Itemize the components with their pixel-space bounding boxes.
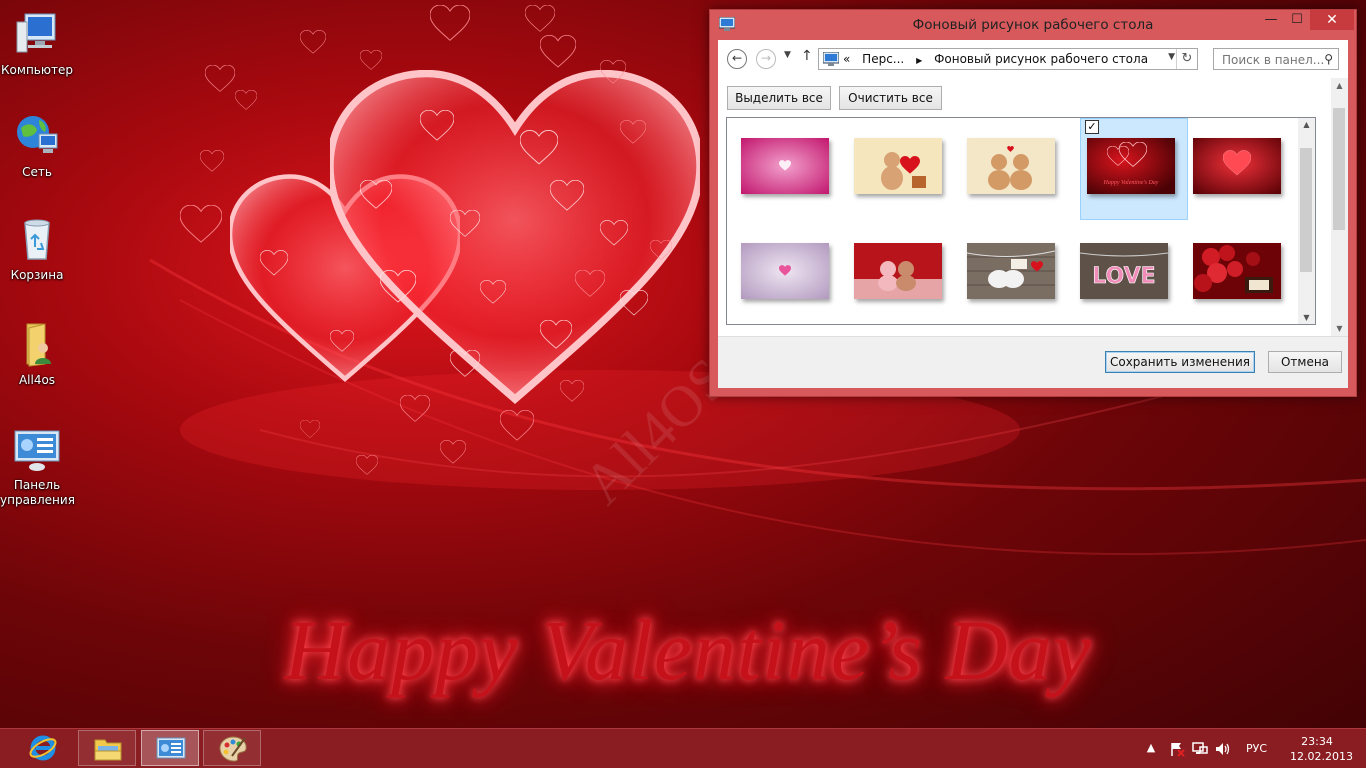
cancel-button[interactable]: Отмена <box>1268 351 1342 373</box>
wallpaper-thumbnail[interactable] <box>840 118 948 220</box>
wallpaper-thumbnail[interactable]: LOVE <box>1066 223 1174 324</box>
desktop-icon-label: Корзина <box>10 268 64 282</box>
breadcrumb-separator-icon: ▶ <box>916 56 923 65</box>
user-folder-icon <box>26 323 51 367</box>
clock-time: 23:34 <box>1301 735 1333 748</box>
wallpaper-thumbnail[interactable] <box>727 223 835 324</box>
desktop-icon-network[interactable]: Сеть <box>0 112 74 180</box>
minimize-button[interactable]: — <box>1258 10 1284 30</box>
control-panel-icon <box>14 430 60 471</box>
thumbnail-image <box>741 138 829 194</box>
thumbnail-image <box>741 243 829 299</box>
wallpaper-thumbnail[interactable] <box>1179 223 1287 324</box>
network-icon <box>17 116 58 153</box>
window-client-area: ← → ▼ ↑ « Перс... ▶ Фоновый рисунок рабо… <box>718 40 1348 388</box>
wallpaper-thumbnail[interactable] <box>840 223 948 324</box>
scroll-down-icon[interactable]: ▼ <box>1298 313 1315 322</box>
control-panel-small-icon <box>823 52 839 66</box>
taskbar-control-panel[interactable] <box>141 730 199 766</box>
thumbnail-image <box>967 243 1055 299</box>
scroll-up-icon[interactable]: ▲ <box>1298 120 1315 129</box>
desktop-icon-computer[interactable]: Компьютер <box>0 10 74 78</box>
arrow-left-icon: ← <box>731 51 743 65</box>
address-bar[interactable]: « Перс... ▶ Фоновый рисунок рабочего сто… <box>818 48 1198 70</box>
thumbnail-image <box>854 243 942 299</box>
desktop-icon-label: Сеть <box>22 165 52 179</box>
search-input[interactable] <box>1214 49 1328 71</box>
refresh-button[interactable]: ↻ <box>1176 49 1197 69</box>
breadcrumb: « Перс... ▶ Фоновый рисунок рабочего сто… <box>843 52 1156 66</box>
scrollbar-thumb[interactable] <box>1300 148 1312 272</box>
thumbnail-caption: LOVE <box>1092 264 1155 289</box>
taskbar-paint[interactable] <box>203 730 261 766</box>
input-language-indicator[interactable]: РУС <box>1246 742 1267 755</box>
taskbar: ▲ РУС 23:34 12.02.2013 <box>0 728 1366 768</box>
address-dropdown-icon[interactable]: ▼ <box>1168 52 1175 62</box>
thumbnail-image <box>967 138 1055 194</box>
thumbnail-image: Happy Valentine's Day <box>1087 138 1175 194</box>
control-panel-icon <box>156 737 186 759</box>
back-button[interactable]: ← <box>727 49 747 69</box>
thumbnail-caption: Happy Valentine's Day <box>1103 180 1159 186</box>
page-scrollbar[interactable]: ▲ ▼ <box>1331 78 1348 336</box>
save-changes-button[interactable]: Сохранить изменения <box>1105 351 1255 373</box>
desktop-icon-recycle-bin[interactable]: Корзина <box>0 215 74 283</box>
desktop-icon-label: Панель управления <box>0 478 75 507</box>
selected-checkbox[interactable]: ✓ <box>1085 120 1099 134</box>
volume-icon[interactable] <box>1215 741 1231 757</box>
breadcrumb-item-personalization[interactable]: Перс... <box>862 52 904 66</box>
show-hidden-icons-icon[interactable]: ▲ <box>1143 741 1159 757</box>
title-bar[interactable]: Фоновый рисунок рабочего стола — ☐ ✕ <box>710 10 1356 40</box>
search-icon[interactable]: ⚲ <box>1324 52 1333 66</box>
taskbar-internet-explorer[interactable] <box>14 730 72 766</box>
wallpaper-greeting: Happy Valentine’s Day <box>284 602 1092 698</box>
folder-icon <box>94 739 122 761</box>
close-button[interactable]: ✕ <box>1310 10 1354 30</box>
scroll-up-icon[interactable]: ▲ <box>1331 81 1348 90</box>
wallpaper-thumbnail[interactable] <box>953 118 1061 220</box>
scroll-down-icon[interactable]: ▼ <box>1331 324 1348 333</box>
recycle-bin-icon <box>24 219 50 260</box>
desktop-icon-label: All4os <box>18 373 56 387</box>
thumbnail-image <box>1193 243 1281 299</box>
desktop-icon-user-folder[interactable]: All4os <box>0 320 74 388</box>
wallpaper-gallery: ✓ Happy Valentine's Day LOVE ▲ ▼ <box>726 117 1316 325</box>
action-center-flag-icon[interactable] <box>1169 741 1185 757</box>
thumbnail-image: LOVE <box>1080 243 1168 299</box>
desktop-icon-label: Компьютер <box>1 63 73 77</box>
wallpaper-thumbnail[interactable] <box>953 223 1061 324</box>
gallery-scrollbar[interactable]: ▲ ▼ <box>1298 118 1315 324</box>
arrow-right-icon: → <box>760 51 772 65</box>
breadcrumb-item-desktop-background[interactable]: Фоновый рисунок рабочего стола <box>934 52 1148 66</box>
clear-all-button[interactable]: Очистить все <box>839 86 942 110</box>
thumbnail-image <box>854 138 942 194</box>
thumbnail-image <box>1193 138 1281 194</box>
desktop-background-window: Фоновый рисунок рабочего стола — ☐ ✕ ← →… <box>709 9 1357 397</box>
select-all-button[interactable]: Выделить все <box>727 86 831 110</box>
taskbar-file-explorer[interactable] <box>78 730 136 766</box>
internet-explorer-icon <box>29 735 57 761</box>
main-content: Выделить все Очистить все ✓ Happy Valent… <box>718 78 1348 336</box>
scrollbar-thumb[interactable] <box>1333 108 1345 230</box>
wallpaper-thumbnail-selected[interactable]: ✓ Happy Valentine's Day <box>1080 118 1188 220</box>
arrow-up-icon: ↑ <box>801 48 813 64</box>
refresh-icon: ↻ <box>1181 51 1193 66</box>
clock-date: 12.02.2013 <box>1290 750 1353 763</box>
breadcrumb-overflow[interactable]: « <box>843 52 850 66</box>
desktop-icon-control-panel[interactable]: Панель управления <box>0 425 75 508</box>
computer-icon <box>16 13 56 53</box>
network-status-icon[interactable] <box>1192 741 1208 757</box>
wallpaper-thumbnail[interactable] <box>1179 118 1287 220</box>
forward-button[interactable]: → <box>756 49 776 69</box>
system-clock[interactable]: 23:34 12.02.2013 <box>1290 734 1353 764</box>
up-button[interactable]: ↑ <box>801 48 813 64</box>
maximize-button[interactable]: ☐ <box>1284 10 1310 30</box>
chevron-down-icon: ▼ <box>784 50 791 60</box>
paint-palette-icon <box>219 736 247 762</box>
wallpaper-thumbnail[interactable] <box>727 118 835 220</box>
recent-locations-button[interactable]: ▼ <box>784 50 791 60</box>
dialog-footer: Сохранить изменения Отмена <box>718 336 1348 388</box>
search-box: ⚲ <box>1213 48 1339 71</box>
navigation-bar: ← → ▼ ↑ « Перс... ▶ Фоновый рисунок рабо… <box>718 40 1348 78</box>
